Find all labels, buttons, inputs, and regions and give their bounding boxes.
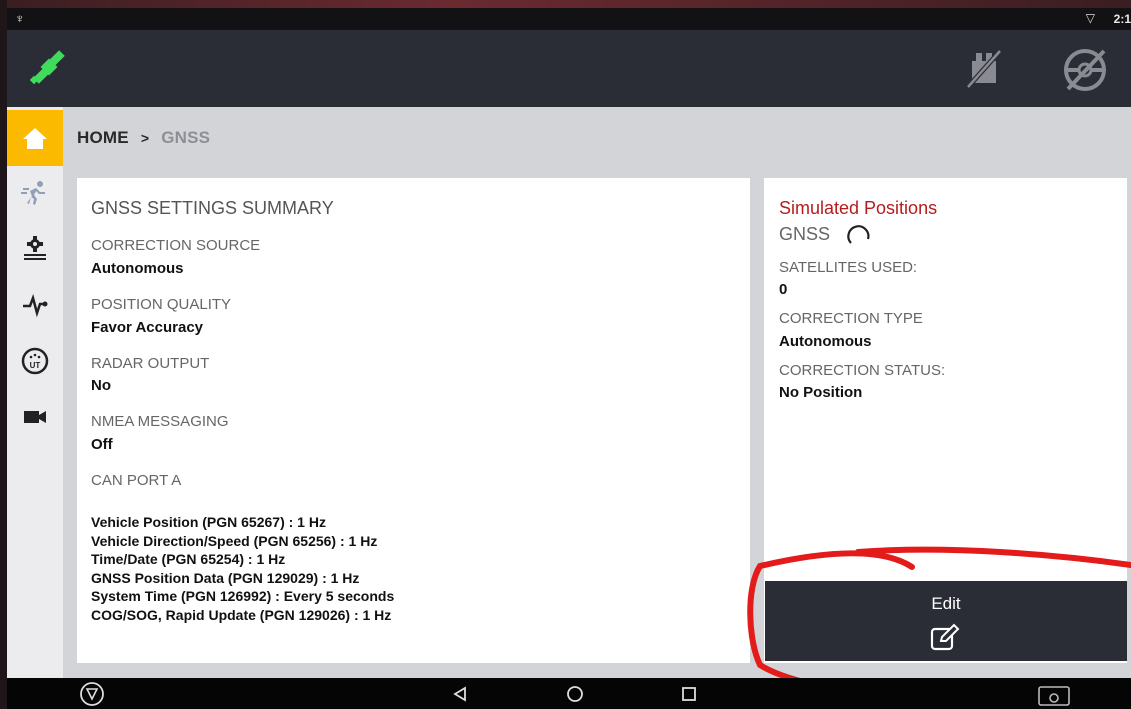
status-time: 2:1 — [1113, 12, 1131, 26]
wifi-icon: ▽ — [1085, 11, 1095, 25]
home-nav-icon[interactable] — [566, 685, 584, 703]
correction-type-label: CORRECTION TYPE — [779, 310, 923, 327]
field-gear-icon — [24, 236, 46, 260]
app-header — [7, 30, 1131, 107]
sidebar-item-diagnostics[interactable] — [7, 277, 63, 333]
svg-text:UT: UT — [30, 361, 41, 370]
correction-status-label: CORRECTION STATUS: — [779, 362, 946, 379]
breadcrumb-current: GNSS — [161, 128, 211, 147]
can-message-item: COG/SOG, Rapid Update (PGN 129026) : 1 H… — [91, 606, 392, 623]
breadcrumb-home[interactable]: HOME — [77, 128, 129, 147]
simulated-positions-title: Simulated Positions — [779, 198, 938, 218]
radar-output-label: RADAR OUTPUT — [91, 355, 210, 372]
position-quality-value: Favor Accuracy — [91, 319, 204, 336]
implement-disabled-icon[interactable] — [962, 47, 1006, 91]
can-message-item: Vehicle Position (PGN 65267) : 1 Hz — [91, 514, 326, 530]
can-port-label: CAN PORT A — [91, 472, 182, 489]
camera-icon — [24, 411, 46, 423]
sidebar-item-field-settings[interactable] — [7, 221, 63, 277]
can-message-list: Vehicle Position (PGN 65267) : 1 Hz Vehi… — [91, 513, 394, 624]
satellites-used-label: SATELLITES USED: — [779, 259, 918, 276]
sidebar-item-home[interactable] — [7, 110, 63, 166]
runner-icon — [21, 181, 45, 205]
satellite-icon[interactable] — [29, 47, 69, 87]
usb-icon: ♆ — [15, 11, 25, 26]
summary-title: GNSS SETTINGS SUMMARY — [91, 198, 334, 218]
bezel-left — [0, 0, 7, 709]
can-message-item: Vehicle Direction/Speed (PGN 65256) : 1 … — [91, 532, 378, 549]
correction-source-value: Autonomous — [91, 260, 184, 277]
home-icon — [23, 128, 47, 149]
bezel — [0, 0, 1131, 8]
sidebar-item-run[interactable] — [7, 165, 63, 221]
satellites-used-value: 0 — [779, 281, 788, 298]
correction-source-label: CORRECTION SOURCE — [91, 237, 261, 254]
nmea-messaging-value: Off — [91, 436, 113, 453]
correction-type-value: Autonomous — [779, 333, 872, 350]
gnss-subtitle: GNSS — [779, 224, 831, 244]
steering-disabled-icon[interactable] — [1062, 47, 1108, 93]
tablet-screen: ♆ ▽ 2:1 UT HOME > GNSS GNSS SETTINGS SUM… — [7, 8, 1131, 678]
radar-output-value: No — [91, 377, 111, 394]
screenshot-icon[interactable] — [1037, 684, 1071, 706]
can-message-item: Time/Date (PGN 65254) : 1 Hz — [91, 551, 286, 567]
can-message-item: System Time (PGN 126992) : Every 5 secon… — [91, 588, 395, 604]
edit-button[interactable]: Edit — [765, 581, 1127, 661]
nmea-messaging-label: NMEA MESSAGING — [91, 413, 229, 430]
can-message-item: GNSS Position Data (PGN 129029) : 1 Hz — [91, 569, 360, 586]
position-quality-label: POSITION QUALITY — [91, 296, 232, 313]
edit-icon — [930, 623, 960, 651]
breadcrumb-separator: > — [140, 130, 150, 146]
correction-status-value: No Position — [779, 384, 863, 401]
sidebar: UT — [7, 107, 63, 678]
back-icon[interactable] — [452, 686, 468, 702]
recents-icon[interactable] — [681, 686, 697, 702]
ut-icon: UT — [21, 347, 49, 375]
edit-button-label: Edit — [931, 594, 961, 613]
power-logo-icon[interactable] — [79, 681, 105, 707]
system-nav-bar — [7, 678, 1131, 709]
sidebar-item-camera[interactable] — [7, 389, 63, 445]
sidebar-item-ut[interactable]: UT — [7, 333, 63, 389]
breadcrumb: HOME > GNSS — [77, 128, 210, 148]
pulse-icon — [23, 293, 48, 318]
status-bar: ♆ ▽ 2:1 — [7, 8, 1131, 30]
loading-spinner-icon — [847, 225, 870, 244]
gnss-summary-panel: GNSS SETTINGS SUMMARY CORRECTION SOURCE … — [77, 178, 750, 663]
